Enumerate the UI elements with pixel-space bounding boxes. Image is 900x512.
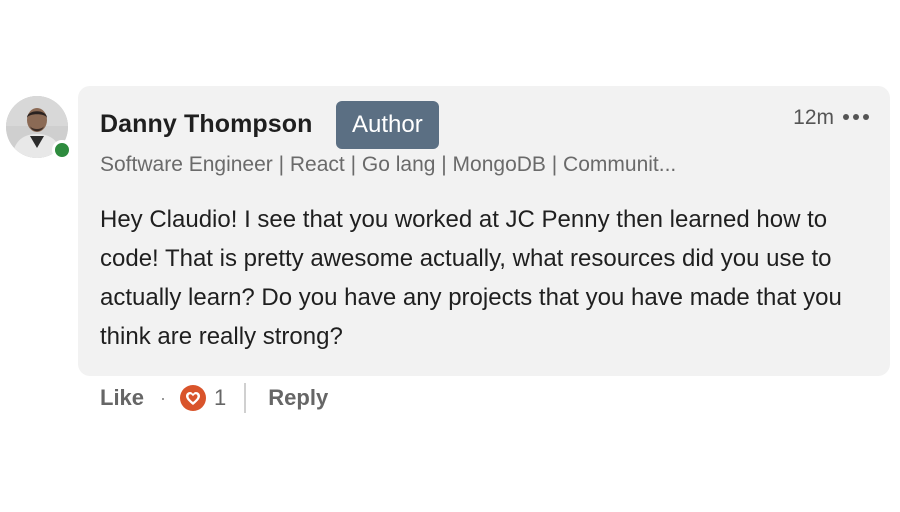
author-headline: Software Engineer | React | Go lang | Mo… [100, 153, 677, 176]
ellipsis-icon [843, 114, 869, 120]
author-badge: Author [336, 101, 439, 149]
more-options-button[interactable] [838, 102, 874, 132]
action-divider [244, 383, 247, 413]
avatar[interactable] [6, 96, 72, 160]
action-separator: · [160, 387, 167, 408]
comment: Danny Thompson Author 12m Software Engin… [0, 0, 900, 512]
reaction-count: 1 [214, 385, 227, 410]
reaction-summary[interactable]: 1 [180, 385, 226, 411]
comment-bubble: Danny Thompson Author 12m Software Engin… [78, 86, 890, 376]
like-button[interactable]: Like [100, 385, 144, 411]
author-name[interactable]: Danny Thompson [100, 110, 313, 139]
comment-actions: Like · 1 Reply [100, 378, 328, 418]
heart-icon [180, 385, 207, 411]
comment-timestamp: 12m [793, 106, 834, 129]
reply-button[interactable]: Reply [268, 385, 328, 411]
comment-body: Hey Claudio! I see that you worked at JC… [100, 206, 842, 350]
online-status-indicator [52, 140, 72, 160]
